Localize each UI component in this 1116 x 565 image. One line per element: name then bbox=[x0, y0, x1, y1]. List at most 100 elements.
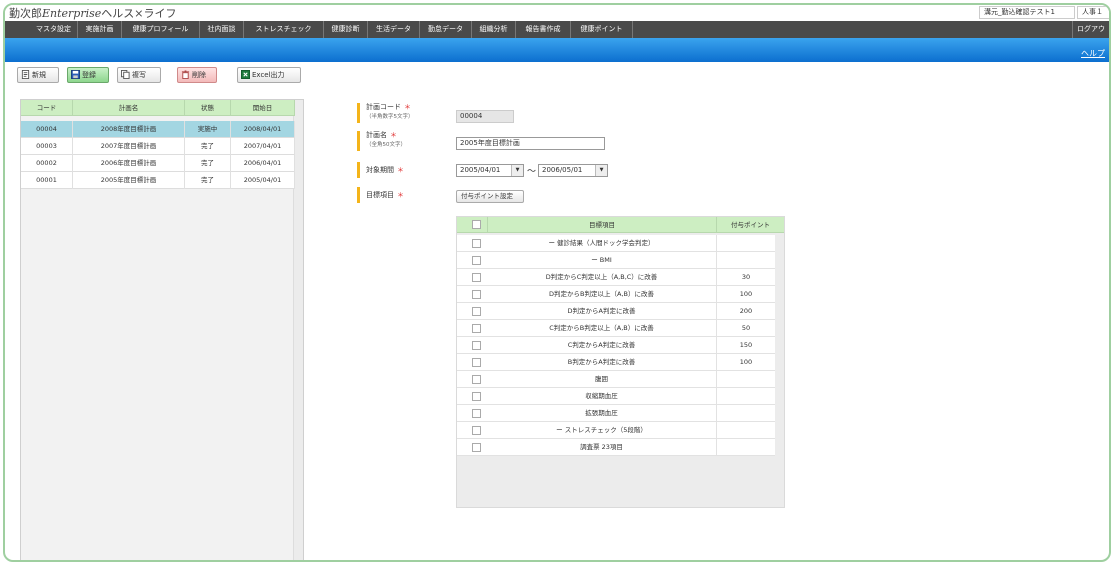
row-plan-name: 2008年度目標計画 bbox=[73, 121, 185, 138]
period-to-value: 2006/05/01 bbox=[542, 166, 583, 174]
delete-button[interactable]: 削除 bbox=[177, 67, 217, 83]
target-item-text: 収縮期血圧 bbox=[487, 388, 717, 405]
row-plan-name: 2007年度目標計画 bbox=[73, 138, 185, 155]
row-checkbox[interactable] bbox=[472, 409, 481, 418]
plan-list-header: コード 計画名 状態 開始日 bbox=[21, 100, 295, 116]
copy-button[interactable]: 複写 bbox=[117, 67, 161, 83]
select-all-checkbox[interactable] bbox=[472, 220, 481, 229]
row-checkbox[interactable] bbox=[472, 324, 481, 333]
target-points bbox=[717, 405, 775, 422]
col-status[interactable]: 状態 bbox=[185, 100, 231, 116]
points-setting-button[interactable]: 付与ポイント設定 bbox=[456, 190, 524, 203]
target-points: 50 bbox=[741, 324, 751, 332]
target-item-text: C判定からB判定以上（A,B）に改善 bbox=[487, 320, 717, 337]
target-item-text: 調査票 23項目 bbox=[487, 439, 717, 456]
list-item[interactable]: D判定からA判定に改善 200 bbox=[457, 303, 775, 320]
copy-icon bbox=[121, 69, 130, 79]
plan-code-hint: （半角数字5文字） bbox=[366, 114, 414, 120]
nav-org-analysis[interactable]: 組織分析 bbox=[472, 21, 516, 38]
list-item[interactable]: ー 健診結果（人間ドック学会判定） bbox=[457, 235, 775, 252]
row-start-date: 2007/04/01 bbox=[231, 138, 295, 155]
new-button[interactable]: 新規 bbox=[17, 67, 59, 83]
row-checkbox[interactable] bbox=[472, 239, 481, 248]
target-points bbox=[717, 388, 775, 405]
user-name: 溝元_勤込確認テスト1 bbox=[979, 6, 1075, 19]
target-item-text: B判定からA判定に改善 bbox=[487, 354, 717, 371]
target-points bbox=[717, 371, 775, 388]
target-item-text: ー 健診結果（人間ドック学会判定） bbox=[487, 235, 717, 252]
nav-health-points[interactable]: 健康ポイント bbox=[571, 21, 633, 38]
list-item[interactable]: C判定からB判定以上（A,B）に改善 50 bbox=[457, 320, 775, 337]
app-logo: 勤次郎Enterpriseヘルス×ライフ bbox=[9, 5, 177, 21]
new-doc-icon bbox=[21, 69, 30, 79]
excel-export-label: Excel出力 bbox=[252, 71, 285, 79]
row-checkbox[interactable] bbox=[472, 392, 481, 401]
nav-master-settings[interactable]: マスタ設定 bbox=[30, 21, 78, 38]
list-item[interactable]: 調査票 23項目 bbox=[457, 439, 775, 456]
excel-icon bbox=[241, 69, 250, 79]
register-button[interactable]: 登録 bbox=[67, 67, 109, 83]
plan-name-hint: （全角50文字） bbox=[366, 142, 406, 148]
chevron-down-icon[interactable]: ▼ bbox=[595, 165, 607, 176]
period-to-select[interactable]: 2006/05/01 ▼ bbox=[538, 164, 608, 177]
list-item[interactable]: D判定からC判定以上（A,B,C）に改善 30 bbox=[457, 269, 775, 286]
row-plan-name: 2006年度目標計画 bbox=[73, 155, 185, 172]
target-item-text: D判定からC判定以上（A,B,C）に改善 bbox=[487, 269, 717, 286]
row-checkbox[interactable] bbox=[472, 307, 481, 316]
row-status: 完了 bbox=[185, 138, 231, 155]
excel-export-button[interactable]: Excel出力 bbox=[237, 67, 301, 83]
row-checkbox[interactable] bbox=[472, 273, 481, 282]
period-label-text: 対象期間 bbox=[366, 166, 394, 174]
nav-stress-check[interactable]: ストレスチェック bbox=[244, 21, 324, 38]
nav-health-profile[interactable]: 健康プロフィール bbox=[122, 21, 200, 38]
col-target-item[interactable]: 目標項目 bbox=[487, 217, 717, 233]
col-plan-name[interactable]: 計画名 bbox=[73, 100, 185, 116]
table-row[interactable]: 00003 2007年度目標計画 完了 2007/04/01 bbox=[21, 138, 295, 155]
title-bar: 勤次郎Enterpriseヘルス×ライフ 溝元_勤込確認テスト1 人事１ bbox=[5, 5, 1109, 21]
table-row[interactable]: 00004 2008年度目標計画 実施中 2008/04/01 bbox=[21, 121, 295, 138]
list-item[interactable]: 収縮期血圧 bbox=[457, 388, 775, 405]
col-points[interactable]: 付与ポイント bbox=[717, 217, 784, 233]
row-checkbox[interactable] bbox=[472, 341, 481, 350]
table-row[interactable]: 00001 2005年度目標計画 完了 2005/04/01 bbox=[21, 172, 295, 189]
row-checkbox[interactable] bbox=[472, 358, 481, 367]
plan-list-panel: コード 計画名 状態 開始日 00004 2008年度目標計画 実施中 2008… bbox=[20, 99, 304, 560]
nav-health-checkup[interactable]: 健康診断 bbox=[324, 21, 368, 38]
row-checkbox[interactable] bbox=[472, 426, 481, 435]
target-item-text: 腹囲 bbox=[487, 371, 717, 388]
list-item[interactable]: C判定からA判定に改善 150 bbox=[457, 337, 775, 354]
period-separator: 〜 bbox=[527, 167, 537, 177]
period-from-select[interactable]: 2005/04/01 ▼ bbox=[456, 164, 524, 177]
logo-enterprise: Enterprise bbox=[42, 7, 102, 20]
target-items-table: 目標項目 付与ポイント ー 健診結果（人間ドック学会判定） ー BMI D判定か… bbox=[456, 216, 785, 508]
nav-report[interactable]: 報告書作成 bbox=[516, 21, 571, 38]
list-item[interactable]: ー BMI bbox=[457, 252, 775, 269]
nav-life-data[interactable]: 生活データ bbox=[368, 21, 420, 38]
nav-attendance-data[interactable]: 勤怠データ bbox=[420, 21, 472, 38]
help-link[interactable]: ヘルプ bbox=[1081, 48, 1105, 59]
row-checkbox[interactable] bbox=[472, 290, 481, 299]
col-code[interactable]: コード bbox=[21, 100, 73, 116]
target-item-text: D判定からA判定に改善 bbox=[487, 303, 717, 320]
list-item[interactable]: D判定からB判定以上（A,B）に改善 100 bbox=[457, 286, 775, 303]
row-code: 00003 bbox=[21, 138, 73, 155]
save-icon bbox=[71, 69, 80, 79]
row-start-date: 2006/04/01 bbox=[231, 155, 295, 172]
list-item[interactable]: 拡張期血圧 bbox=[457, 405, 775, 422]
row-checkbox[interactable] bbox=[472, 375, 481, 384]
plan-code-label: 計画コード＊ （半角数字5文字） bbox=[357, 103, 414, 123]
row-checkbox[interactable] bbox=[472, 256, 481, 265]
table-row[interactable]: 00002 2006年度目標計画 完了 2006/04/01 bbox=[21, 155, 295, 172]
list-item[interactable]: ー ストレスチェック（5段階） bbox=[457, 422, 775, 439]
list-item[interactable]: 腹囲 bbox=[457, 371, 775, 388]
list-item[interactable]: B判定からA判定に改善 100 bbox=[457, 354, 775, 371]
chevron-down-icon[interactable]: ▼ bbox=[511, 165, 523, 176]
nav-interview[interactable]: 社内面談 bbox=[200, 21, 244, 38]
nav-plan[interactable]: 実施計画 bbox=[78, 21, 122, 38]
target-items-label-text: 目標項目 bbox=[366, 191, 394, 199]
target-points bbox=[717, 422, 775, 439]
row-checkbox[interactable] bbox=[472, 443, 481, 452]
logout-link[interactable]: ログアウ bbox=[1072, 21, 1109, 38]
col-start-date[interactable]: 開始日 bbox=[231, 100, 295, 116]
plan-name-field[interactable]: 2005年度目標計画 bbox=[456, 137, 605, 150]
